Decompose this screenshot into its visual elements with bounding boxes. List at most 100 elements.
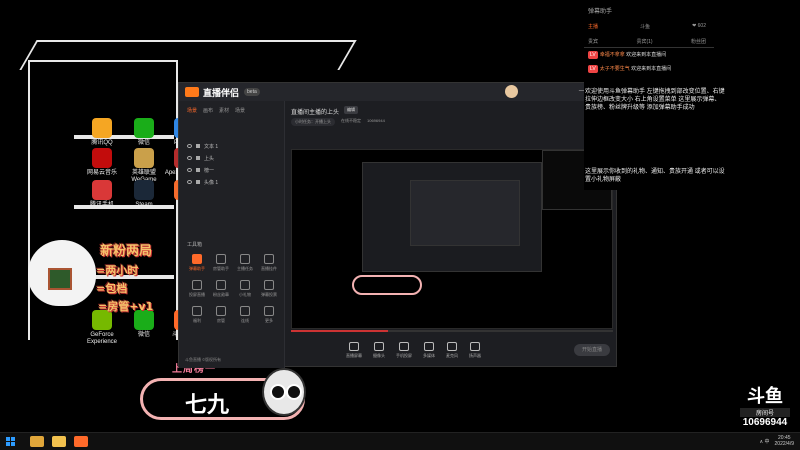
tool-item[interactable]: 直播挂件	[259, 254, 279, 272]
taskbar-app-douyu[interactable]	[74, 436, 88, 447]
tool-icon	[264, 254, 274, 264]
scene-item[interactable]: 榜一	[179, 164, 284, 176]
tab-material[interactable]: 素材	[219, 107, 229, 114]
tool-item[interactable]: 投屏直播	[187, 280, 207, 298]
heat-count: ❤ 602	[692, 23, 706, 29]
tab-host[interactable]: 主播	[588, 23, 598, 30]
panda-face-sticker	[262, 368, 306, 416]
tool-item[interactable]: 弹幕助手	[187, 254, 207, 272]
tool-label: 粉丝勋章	[213, 292, 229, 297]
subtab-vip-count[interactable]: 贵宾(1)	[636, 38, 652, 45]
source-button[interactable]: 手机投屏	[396, 342, 412, 359]
room-label: 房间号	[740, 408, 790, 417]
app-titlebar: 直播伴侣 beta — □ ✕	[179, 83, 616, 101]
lock-icon[interactable]	[196, 168, 200, 172]
app-name: 直播伴侣	[203, 87, 240, 98]
tool-item[interactable]: 连线	[235, 306, 255, 324]
lock-icon[interactable]	[196, 156, 200, 160]
tool-label: 房管	[217, 318, 225, 323]
chat-nick[interactable]: 幸福不拿拿	[600, 52, 625, 58]
source-bar: 直播屏幕 摄像头 手机投屏 多媒体 麦克风 扬声器	[286, 333, 618, 368]
tool-label: 弹幕投票	[261, 292, 277, 297]
taskbar-app-explorer[interactable]	[30, 436, 44, 447]
scene-item[interactable]: 文本 1	[179, 140, 284, 152]
desktop-icon[interactable]: GeForce Experience	[80, 310, 124, 354]
start-button[interactable]	[6, 436, 16, 447]
app-main: 直播间主播的上头 编辑 小时任务：开播上头 在线不稳定 10696944 直播屏…	[286, 101, 618, 368]
desktop-icon-label: 腾讯手机	[89, 202, 114, 208]
eye-icon[interactable]	[187, 168, 192, 172]
source-button[interactable]: 直播屏幕	[346, 342, 362, 359]
app-icon	[92, 118, 112, 138]
source-button[interactable]: 扬声器	[469, 342, 481, 359]
lock-icon[interactable]	[196, 144, 200, 148]
stream-preview[interactable]	[291, 149, 613, 329]
app-icon	[92, 148, 112, 168]
desktop-icon-label: GeForce Experience	[86, 332, 118, 345]
tool-label: 直播挂件	[261, 266, 277, 271]
room-meta: 小时任务：开播上头 在线不稳定 10696944	[291, 118, 385, 126]
desktop-icon-label: 微信	[137, 332, 150, 338]
tool-icon	[216, 306, 226, 316]
tool-item[interactable]: 更多	[259, 306, 279, 324]
tool-item[interactable]: 小礼物	[235, 280, 255, 298]
task-pill[interactable]: 小时任务：开播上头	[291, 118, 335, 126]
desktop-icon[interactable]: Steam	[122, 180, 166, 224]
lock-icon[interactable]	[196, 180, 200, 184]
taskbar-app-folder[interactable]	[52, 436, 66, 447]
app-icon	[134, 118, 154, 138]
tab-scene-2[interactable]: 场景	[235, 107, 245, 114]
source-icon	[349, 342, 359, 351]
scene-label: 榜一	[204, 167, 215, 174]
tab-canvas[interactable]: 画布	[203, 107, 213, 114]
tool-icon	[240, 280, 250, 290]
tool-item[interactable]: 主播任务	[235, 254, 255, 272]
tray-icons[interactable]: ∧ 中	[759, 438, 769, 445]
panel-subtabs: 贵宾 贵宾(1) 粉丝团	[584, 30, 714, 48]
tool-item[interactable]: 粉丝勋章	[211, 280, 231, 298]
tool-item[interactable]: 弹幕投票	[259, 280, 279, 298]
promo-line-1: 新粉两局	[100, 244, 153, 259]
source-button[interactable]: 摄像头	[373, 342, 385, 359]
help-text-gifts: 这里展示你收到的礼物、通知、贵族开通 或者可以设置小礼物屏蔽	[585, 169, 725, 183]
scene-item[interactable]: 上头	[179, 152, 284, 164]
scene-item[interactable]: 头像 1	[179, 176, 284, 188]
streaming-app-window: 直播伴侣 beta — □ ✕ 场景 画布 素材 场景 文本 1 上头 榜一 头…	[178, 82, 618, 368]
tab-douyu[interactable]: 斗鱼	[640, 23, 650, 30]
start-live-button[interactable]: 开始直播	[574, 344, 610, 356]
promo-line-2: =两小时	[96, 264, 139, 277]
tool-label: 房管助手	[213, 266, 229, 271]
eye-icon[interactable]	[187, 144, 192, 148]
tool-item[interactable]: 房管助手	[211, 254, 231, 272]
tool-item[interactable]: 福利	[187, 306, 207, 324]
tool-label: 更多	[265, 318, 273, 323]
app-icon	[134, 180, 154, 200]
scene-label: 上头	[204, 155, 215, 162]
desktop-icon[interactable]: 腾讯手机	[80, 180, 124, 224]
chat-nick[interactable]: 太子不要生气	[600, 66, 630, 72]
chat-message: LV 幸福不拿拿 欢迎来到本直播间	[584, 48, 714, 62]
scene-label: 头像 1	[204, 179, 219, 186]
eye-icon[interactable]	[187, 180, 192, 184]
desktop-icon[interactable]: 微信	[122, 310, 166, 354]
subtab-fans[interactable]: 粉丝团	[691, 38, 706, 45]
tool-item[interactable]: 房管	[211, 306, 231, 324]
source-button[interactable]: 麦克风	[446, 342, 458, 359]
panel-tabs: 主播 斗鱼 ❤ 602	[584, 15, 714, 30]
tool-icon	[192, 254, 202, 264]
nested-app-preview-inner	[410, 180, 520, 246]
tool-icon	[264, 280, 274, 290]
user-avatar[interactable]	[505, 85, 518, 98]
bunny-mascot	[28, 240, 96, 306]
tool-icon	[216, 254, 226, 264]
edit-button[interactable]: 编辑	[344, 106, 358, 114]
clock[interactable]: 20:45 2022/4/9	[775, 435, 794, 447]
source-label: 麦克风	[446, 353, 458, 358]
toolbox-grid: 弹幕助手 房管助手 主播任务 直播挂件投屏直播 粉丝勋章 小礼物 弹幕投票福利 房管 连线 更多	[187, 254, 279, 324]
source-button[interactable]: 多媒体	[423, 342, 435, 359]
app-icon	[92, 180, 112, 200]
subtab-vip[interactable]: 贵宾	[588, 38, 598, 45]
tool-label: 主播任务	[237, 266, 253, 271]
tab-scene[interactable]: 场景	[187, 107, 197, 114]
eye-icon[interactable]	[187, 156, 192, 160]
